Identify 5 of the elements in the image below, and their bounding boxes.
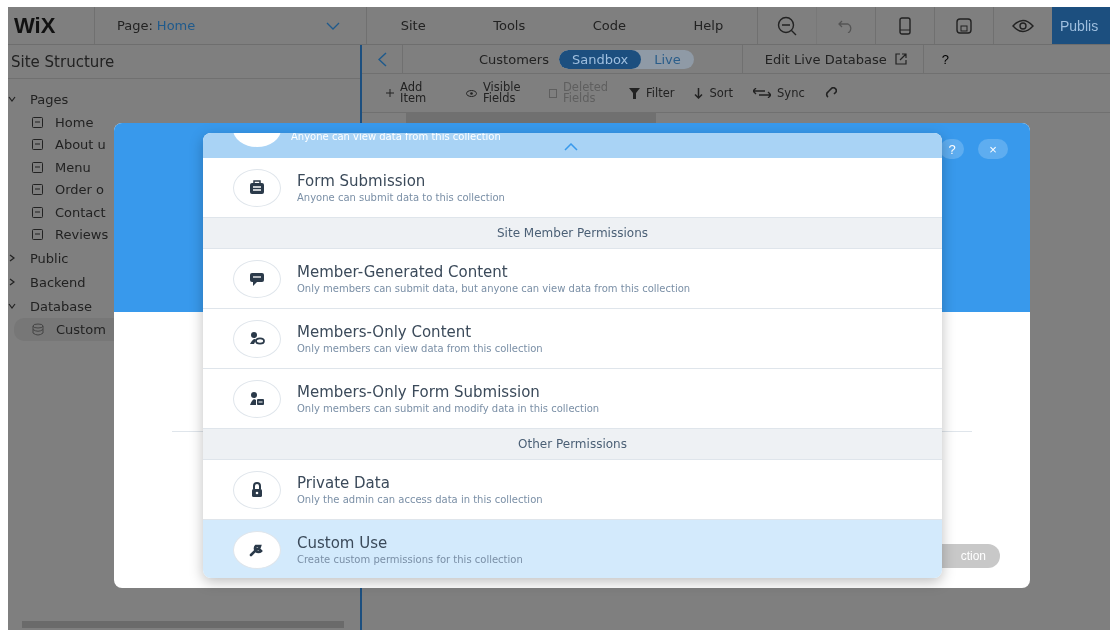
- section-header: Site Member Permissions: [203, 218, 942, 249]
- page-label: Page:: [117, 18, 153, 33]
- panel-title: Site Structure: [8, 45, 360, 79]
- section-header: Other Permissions: [203, 429, 942, 460]
- collection-name: Customers: [479, 51, 549, 67]
